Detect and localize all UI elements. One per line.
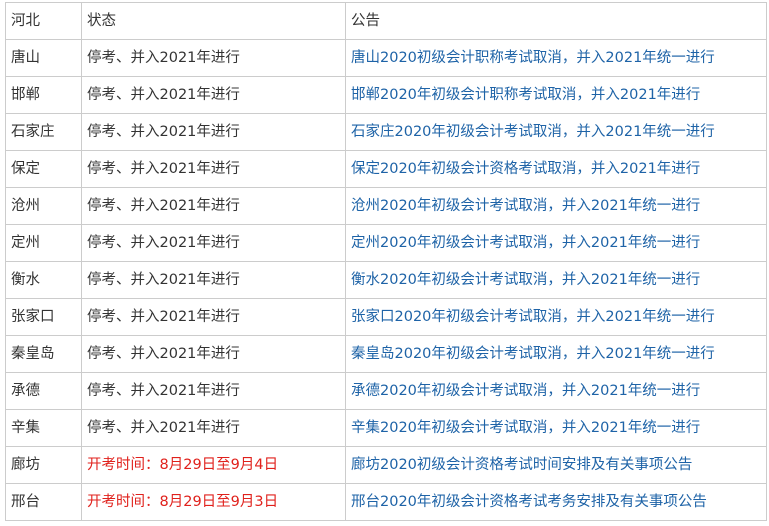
city-cell: 衡水 bbox=[5, 261, 82, 299]
notice-link[interactable]: 承德2020年初级会计考试取消，并入2021年统一进行 bbox=[351, 383, 700, 399]
notice-cell: 衡水2020年初级会计考试取消，并入2021年统一进行 bbox=[345, 261, 767, 299]
status-cell: 停考、并入2021年进行 bbox=[81, 409, 346, 447]
header-city: 河北 bbox=[5, 2, 82, 40]
status-cell: 停考、并入2021年进行 bbox=[81, 76, 346, 114]
status-cell: 开考时间：8月29日至9月3日 bbox=[81, 483, 346, 521]
city-cell: 承德 bbox=[5, 372, 82, 410]
status-cell: 停考、并入2021年进行 bbox=[81, 335, 346, 373]
notice-cell: 廊坊2020初级会计资格考试时间安排及有关事项公告 bbox=[345, 446, 767, 484]
table-row: 邢台 开考时间：8月29日至9月3日 邢台2020年初级会计资格考试考务安排及有关事… bbox=[5, 483, 767, 521]
notice-link[interactable]: 秦皇岛2020年初级会计考试取消，并入2021年统一进行 bbox=[351, 346, 715, 362]
notice-link[interactable]: 廊坊2020初级会计资格考试时间安排及有关事项公告 bbox=[351, 457, 692, 473]
notice-link[interactable]: 石家庄2020年初级会计考试取消，并入2021年统一进行 bbox=[351, 124, 715, 140]
city-cell: 石家庄 bbox=[5, 113, 82, 151]
city-cell: 秦皇岛 bbox=[5, 335, 82, 373]
notice-cell: 秦皇岛2020年初级会计考试取消，并入2021年统一进行 bbox=[345, 335, 767, 373]
notice-cell: 定州2020年初级会计考试取消，并入2021年统一进行 bbox=[345, 224, 767, 262]
city-cell: 廊坊 bbox=[5, 446, 82, 484]
table-row: 衡水 停考、并入2021年进行 衡水2020年初级会计考试取消，并入2021年统一进… bbox=[5, 261, 767, 299]
table-row: 定州 停考、并入2021年进行 定州2020年初级会计考试取消，并入2021年统一进… bbox=[5, 224, 767, 262]
city-cell: 唐山 bbox=[5, 39, 82, 77]
table-row: 张家口 停考、并入2021年进行 张家口2020年初级会计考试取消，并入2021年统… bbox=[5, 298, 767, 336]
status-cell: 停考、并入2021年进行 bbox=[81, 113, 346, 151]
notice-link[interactable]: 衡水2020年初级会计考试取消，并入2021年统一进行 bbox=[351, 272, 700, 288]
header-notice: 公告 bbox=[345, 2, 767, 40]
status-cell: 停考、并入2021年进行 bbox=[81, 372, 346, 410]
city-cell: 保定 bbox=[5, 150, 82, 188]
city-cell: 邯郸 bbox=[5, 76, 82, 114]
notice-cell: 唐山2020初级会计职称考试取消，并入2021年统一进行 bbox=[345, 39, 767, 77]
notice-cell: 辛集2020年初级会计考试取消，并入2021年统一进行 bbox=[345, 409, 767, 447]
city-cell: 定州 bbox=[5, 224, 82, 262]
city-cell: 沧州 bbox=[5, 187, 82, 225]
notice-cell: 沧州2020年初级会计考试取消，并入2021年统一进行 bbox=[345, 187, 767, 225]
table-row: 秦皇岛 停考、并入2021年进行 秦皇岛2020年初级会计考试取消，并入2021年统… bbox=[5, 335, 767, 373]
table-body: 唐山 停考、并入2021年进行 唐山2020初级会计职称考试取消，并入2021年统一… bbox=[5, 39, 767, 521]
notice-cell: 邢台2020年初级会计资格考试考务安排及有关事项公告 bbox=[345, 483, 767, 521]
notice-cell: 张家口2020年初级会计考试取消，并入2021年统一进行 bbox=[345, 298, 767, 336]
city-cell: 辛集 bbox=[5, 409, 82, 447]
status-cell: 停考、并入2021年进行 bbox=[81, 298, 346, 336]
notice-link[interactable]: 张家口2020年初级会计考试取消，并入2021年统一进行 bbox=[351, 309, 715, 325]
notice-link[interactable]: 定州2020年初级会计考试取消，并入2021年统一进行 bbox=[351, 235, 700, 251]
status-cell: 开考时间：8月29日至9月4日 bbox=[81, 446, 346, 484]
table-row: 廊坊 开考时间：8月29日至9月4日 廊坊2020初级会计资格考试时间安排及有关事项… bbox=[5, 446, 767, 484]
notice-link[interactable]: 唐山2020初级会计职称考试取消，并入2021年统一进行 bbox=[351, 50, 715, 66]
notice-link[interactable]: 沧州2020年初级会计考试取消，并入2021年统一进行 bbox=[351, 198, 700, 214]
notice-cell: 邯郸2020年初级会计职称考试取消，并入2021年进行 bbox=[345, 76, 767, 114]
table-row: 辛集 停考、并入2021年进行 辛集2020年初级会计考试取消，并入2021年统一进… bbox=[5, 409, 767, 447]
header-status: 状态 bbox=[81, 2, 346, 40]
status-cell: 停考、并入2021年进行 bbox=[81, 39, 346, 77]
city-cell: 邢台 bbox=[5, 483, 82, 521]
status-cell: 停考、并入2021年进行 bbox=[81, 261, 346, 299]
notice-cell: 保定2020年初级会计资格考试取消，并入2021年进行 bbox=[345, 150, 767, 188]
notice-link[interactable]: 邯郸2020年初级会计职称考试取消，并入2021年进行 bbox=[351, 87, 700, 103]
table-row: 石家庄 停考、并入2021年进行 石家庄2020年初级会计考试取消，并入2021年统… bbox=[5, 113, 767, 151]
notice-link[interactable]: 辛集2020年初级会计考试取消，并入2021年统一进行 bbox=[351, 420, 700, 436]
table-header-row: 河北 状态 公告 bbox=[5, 2, 767, 40]
table-row: 沧州 停考、并入2021年进行 沧州2020年初级会计考试取消，并入2021年统一进… bbox=[5, 187, 767, 225]
table-row: 承德 停考、并入2021年进行 承德2020年初级会计考试取消，并入2021年统一进… bbox=[5, 372, 767, 410]
notice-cell: 石家庄2020年初级会计考试取消，并入2021年统一进行 bbox=[345, 113, 767, 151]
status-cell: 停考、并入2021年进行 bbox=[81, 224, 346, 262]
table-row: 保定 停考、并入2021年进行 保定2020年初级会计资格考试取消，并入2021年进… bbox=[5, 150, 767, 188]
city-cell: 张家口 bbox=[5, 298, 82, 336]
notice-link[interactable]: 保定2020年初级会计资格考试取消，并入2021年进行 bbox=[351, 161, 700, 177]
notice-link[interactable]: 邢台2020年初级会计资格考试考务安排及有关事项公告 bbox=[351, 494, 707, 510]
table-row: 唐山 停考、并入2021年进行 唐山2020初级会计职称考试取消，并入2021年统一… bbox=[5, 39, 767, 77]
notice-cell: 承德2020年初级会计考试取消，并入2021年统一进行 bbox=[345, 372, 767, 410]
status-cell: 停考、并入2021年进行 bbox=[81, 187, 346, 225]
status-cell: 停考、并入2021年进行 bbox=[81, 150, 346, 188]
exam-status-table: 河北 状态 公告 唐山 停考、并入2021年进行 唐山2020初级会计职称考试取消，… bbox=[5, 2, 767, 521]
table-row: 邯郸 停考、并入2021年进行 邯郸2020年初级会计职称考试取消，并入2021年进… bbox=[5, 76, 767, 114]
